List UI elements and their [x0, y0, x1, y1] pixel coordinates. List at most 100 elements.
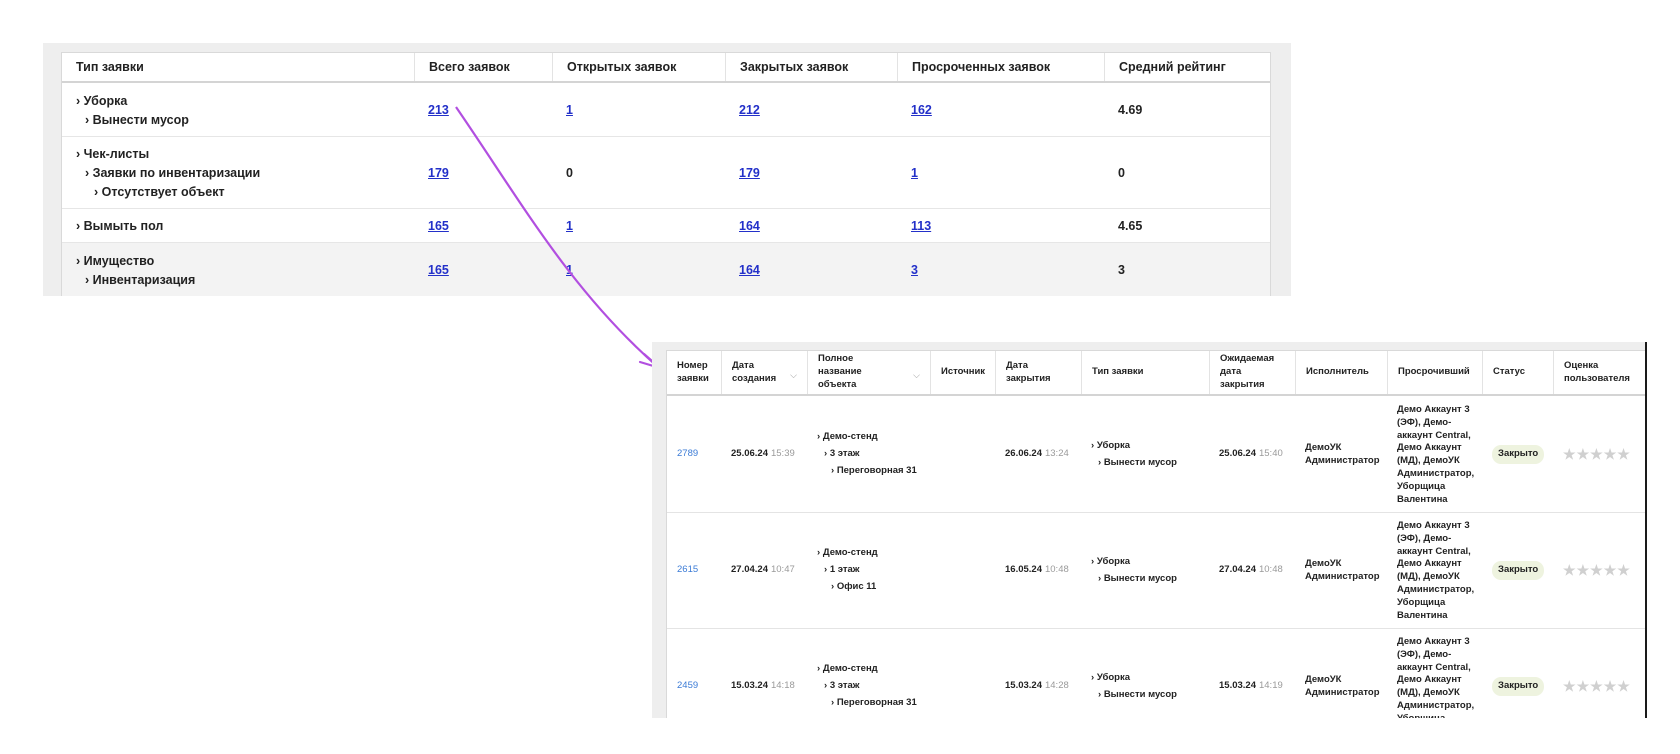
open-link[interactable]: 1 — [566, 103, 573, 117]
total-link[interactable]: 165 — [428, 219, 449, 233]
created-time: 10:47 — [770, 564, 795, 576]
expected-date: 25.06.24 — [1219, 448, 1256, 460]
star-icon[interactable]: ★ — [1617, 561, 1630, 580]
tree-node[interactable]: › Офис 11 — [817, 581, 876, 594]
rating-stars[interactable]: ★ ★ ★ ★ ★ — [1563, 677, 1630, 696]
tree-node[interactable]: › Имущество — [76, 254, 154, 268]
header-closed-date[interactable]: Дата закрытия — [995, 351, 1081, 394]
closed-time: 10:48 — [1044, 564, 1069, 576]
executor-name: ДемоУК Администратор — [1305, 557, 1380, 582]
closed-link[interactable]: 179 — [739, 166, 760, 180]
header-overdue[interactable]: Просроченных заявок — [897, 53, 1104, 81]
closed-link[interactable]: 212 — [739, 103, 760, 117]
header-total[interactable]: Всего заявок — [414, 53, 552, 81]
header-object[interactable]: Полное название объекта ⌵ — [807, 351, 930, 394]
star-icon[interactable]: ★ — [1617, 445, 1630, 464]
tree-node[interactable]: › Инвентаризация — [76, 273, 195, 287]
chevron-down-icon[interactable]: ⌵ — [790, 369, 797, 381]
table-row[interactable]: 2615 27.04.24 10:47 › Демо-стенд › 1 этаж… — [667, 513, 1645, 629]
rating-value: 4.65 — [1118, 218, 1143, 233]
tree-node[interactable]: › Чек-листы — [76, 147, 149, 161]
status-badge: Закрыто — [1492, 561, 1545, 580]
tree-node[interactable]: › Демо-стенд — [817, 663, 878, 676]
header-closed[interactable]: Закрытых заявок — [725, 53, 897, 81]
executor-name: ДемоУК Администратор — [1305, 441, 1380, 466]
star-icon[interactable]: ★ — [1604, 445, 1617, 464]
created-date: 27.04.24 — [731, 564, 768, 576]
star-icon[interactable]: ★ — [1617, 677, 1630, 696]
header-source[interactable]: Источник — [930, 351, 995, 394]
star-icon[interactable]: ★ — [1563, 445, 1576, 464]
header-overdue-by[interactable]: Просрочивший — [1387, 351, 1482, 394]
star-icon[interactable]: ★ — [1604, 561, 1617, 580]
request-number-link[interactable]: 2615 — [677, 564, 698, 577]
request-number-link[interactable]: 2789 — [677, 448, 698, 461]
star-icon[interactable]: ★ — [1563, 561, 1576, 580]
star-icon[interactable]: ★ — [1604, 677, 1617, 696]
table-row[interactable]: 2459 15.03.24 14:18 › Демо-стенд › 3 этаж… — [667, 629, 1645, 718]
star-icon[interactable]: ★ — [1590, 561, 1603, 580]
status-badge: Закрыто — [1492, 677, 1545, 696]
tree-node[interactable]: › 1 этаж — [817, 564, 860, 577]
tree-node[interactable]: › Демо-стенд — [817, 547, 878, 560]
closed-link[interactable]: 164 — [739, 263, 760, 277]
tree-node[interactable]: › 3 этаж — [817, 680, 860, 693]
rating-stars[interactable]: ★ ★ ★ ★ ★ — [1563, 561, 1630, 580]
tree-node[interactable]: › Демо-стенд — [817, 431, 878, 444]
header-created[interactable]: Дата создания ⌵ — [721, 351, 807, 394]
tree-node[interactable]: › Отсутствует объект — [76, 185, 225, 199]
source-value — [930, 629, 995, 718]
star-icon[interactable]: ★ — [1563, 677, 1576, 696]
tree-node[interactable]: › Уборка — [1091, 556, 1130, 569]
header-number[interactable]: Номер заявки — [667, 351, 721, 394]
summary-header-row: Тип заявки Всего заявок Открытых заявок … — [62, 53, 1270, 83]
expected-time: 14:19 — [1258, 680, 1283, 692]
created-time: 15:39 — [770, 448, 795, 460]
header-expected-date[interactable]: Ожидаемая дата закрытия — [1209, 351, 1295, 394]
rating-stars[interactable]: ★ ★ ★ ★ ★ — [1563, 445, 1630, 464]
tree-node[interactable]: › Заявки по инвентаризации — [76, 166, 260, 180]
star-icon[interactable]: ★ — [1590, 677, 1603, 696]
tree-node[interactable]: › Уборка — [76, 94, 127, 108]
overdue-link[interactable]: 162 — [911, 103, 932, 117]
tree-node[interactable]: › Переговорная 31 — [817, 465, 917, 478]
overdue-link[interactable]: 1 — [911, 166, 918, 180]
star-icon[interactable]: ★ — [1577, 677, 1590, 696]
tree-node[interactable]: › 3 этаж — [817, 448, 860, 461]
star-icon[interactable]: ★ — [1577, 561, 1590, 580]
header-user-rating[interactable]: Оценка пользователя — [1553, 351, 1645, 394]
overdue-link[interactable]: 113 — [911, 219, 931, 233]
header-rating[interactable]: Средний рейтинг — [1104, 53, 1272, 81]
header-executor[interactable]: Исполнитель — [1295, 351, 1387, 394]
request-number-link[interactable]: 2459 — [677, 680, 698, 693]
chevron-down-icon[interactable]: ⌵ — [913, 369, 920, 381]
tree-node[interactable]: › Вымыть пол — [76, 219, 163, 233]
created-date: 15.03.24 — [731, 680, 768, 692]
tree-node[interactable]: › Вынести мусор — [76, 113, 189, 127]
header-type[interactable]: Тип заявки — [62, 53, 414, 81]
header-type[interactable]: Тип заявки — [1081, 351, 1209, 394]
header-open[interactable]: Открытых заявок — [552, 53, 725, 81]
table-row: › Имущество › Инвентаризация 165 1 164 3… — [62, 243, 1270, 296]
tree-node[interactable]: › Вынести мусор — [1091, 457, 1177, 470]
tree-node[interactable]: › Вынести мусор — [1091, 689, 1177, 702]
total-link[interactable]: 165 — [428, 263, 449, 277]
total-link[interactable]: 213 — [428, 103, 449, 117]
closed-time: 14:28 — [1044, 680, 1069, 692]
open-link[interactable]: 1 — [566, 263, 573, 277]
closed-link[interactable]: 164 — [739, 219, 760, 233]
type-tree: › Уборка › Вынести мусор — [1081, 629, 1209, 718]
overdue-link[interactable]: 3 — [911, 263, 918, 277]
type-tree: › Имущество › Инвентаризация — [62, 243, 414, 296]
tree-node[interactable]: › Уборка — [1091, 672, 1130, 685]
tree-node[interactable]: › Переговорная 31 — [817, 697, 917, 710]
table-row[interactable]: 2789 25.06.24 15:39 › Демо-стенд › 3 этаж… — [667, 397, 1645, 513]
header-status[interactable]: Статус — [1482, 351, 1553, 394]
detail-header-row: Номер заявки Дата создания ⌵ Полное назва… — [667, 350, 1645, 396]
star-icon[interactable]: ★ — [1590, 445, 1603, 464]
tree-node[interactable]: › Вынести мусор — [1091, 573, 1177, 586]
tree-node[interactable]: › Уборка — [1091, 440, 1130, 453]
open-link[interactable]: 1 — [566, 219, 573, 233]
star-icon[interactable]: ★ — [1577, 445, 1590, 464]
total-link[interactable]: 179 — [428, 166, 449, 180]
